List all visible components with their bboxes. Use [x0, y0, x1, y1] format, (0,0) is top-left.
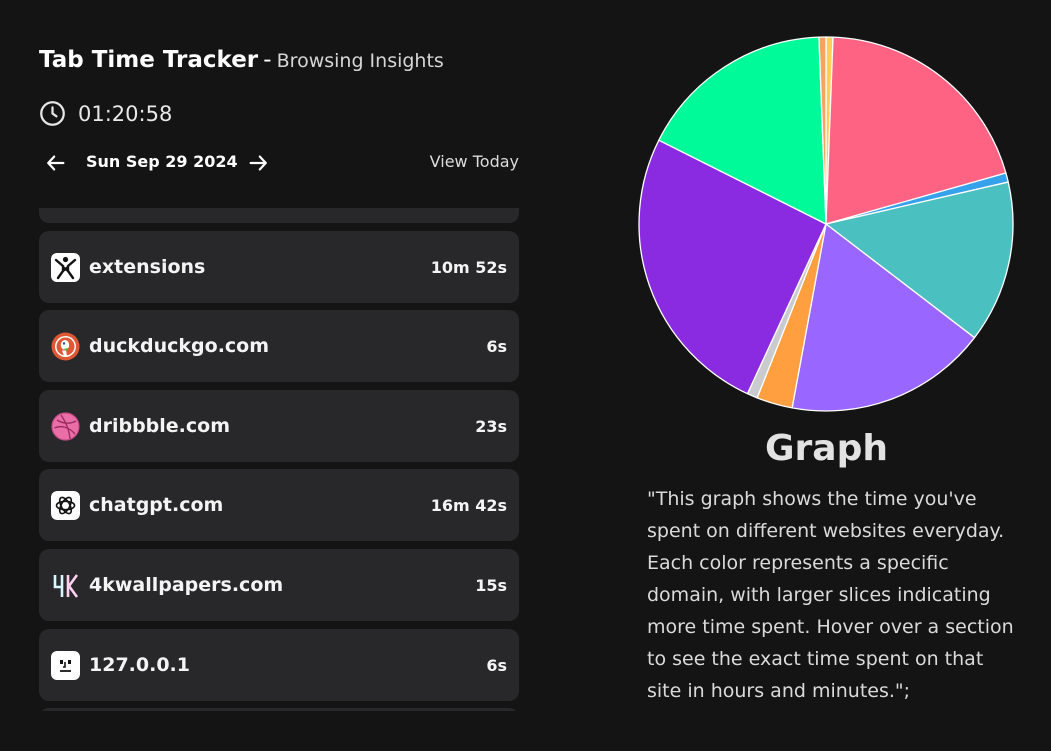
view-today-link[interactable]: View Today	[430, 152, 519, 171]
total-time: 01:20:58	[78, 101, 173, 126]
arrow-right-icon	[249, 155, 267, 171]
title-separator: -	[263, 47, 272, 73]
site-domain: 127.0.0.1	[89, 653, 190, 676]
duckduckgo-icon	[51, 332, 80, 361]
graph-description: "This graph shows the time you've spent …	[647, 488, 1014, 702]
site-time: 15s	[475, 575, 507, 595]
date-navigation: Sun Sep 29 2024 View Today	[39, 149, 519, 177]
site-row-extensions[interactable]: extensions 10m 52s	[39, 230, 519, 303]
site-time: 23s	[475, 416, 507, 436]
graph-title: Graph	[765, 428, 888, 469]
next-day-button[interactable]	[243, 149, 273, 177]
left-panel: Tab Time Tracker - Browsing Insights 01:…	[0, 0, 560, 751]
dribbble-icon	[51, 412, 80, 441]
extensions-icon	[51, 252, 80, 282]
chatgpt-icon	[51, 491, 80, 521]
site-row-localhost[interactable]: 127.0.0.1 6s	[39, 628, 519, 701]
site-row-partial-bottom[interactable]	[39, 708, 519, 711]
localhost-icon	[51, 650, 80, 680]
site-time: 10m 52s	[430, 257, 507, 277]
site-domain: 4kwallpapers.com	[89, 573, 284, 596]
previous-day-button[interactable]	[41, 149, 71, 177]
site-list[interactable]: extensions 10m 52s duckduckgo.com 6s dri…	[39, 208, 519, 711]
site-domain: duckduckgo.com	[89, 335, 270, 358]
site-row-duckduckgo[interactable]: duckduckgo.com 6s	[39, 310, 519, 383]
site-row-4kwallpapers[interactable]: 4kwallpapers.com 15s	[39, 548, 519, 621]
clock-icon	[39, 100, 66, 127]
site-time: 16m 42s	[430, 496, 507, 516]
site-domain: chatgpt.com	[89, 494, 224, 517]
time-pie-chart[interactable]	[636, 34, 1016, 414]
site-row-partial-top[interactable]	[39, 208, 519, 223]
site-domain: extensions	[89, 255, 206, 278]
timer-row: 01:20:58	[39, 100, 172, 127]
header: Tab Time Tracker - Browsing Insights	[39, 47, 444, 73]
arrow-left-icon	[47, 155, 65, 171]
4k-icon	[51, 571, 80, 600]
app-root: Tab Time Tracker - Browsing Insights 01:…	[0, 0, 1051, 751]
current-date: Sun Sep 29 2024	[86, 152, 238, 171]
app-subtitle: Browsing Insights	[276, 50, 444, 72]
site-row-chatgpt[interactable]: chatgpt.com 16m 42s	[39, 469, 519, 542]
site-time: 6s	[486, 337, 507, 357]
app-title: Tab Time Tracker	[39, 47, 259, 73]
site-row-dribbble[interactable]: dribbble.com 23s	[39, 389, 519, 462]
site-list-inner: extensions 10m 52s duckduckgo.com 6s dri…	[39, 208, 519, 711]
site-domain: dribbble.com	[89, 414, 231, 437]
site-time: 6s	[486, 655, 507, 675]
